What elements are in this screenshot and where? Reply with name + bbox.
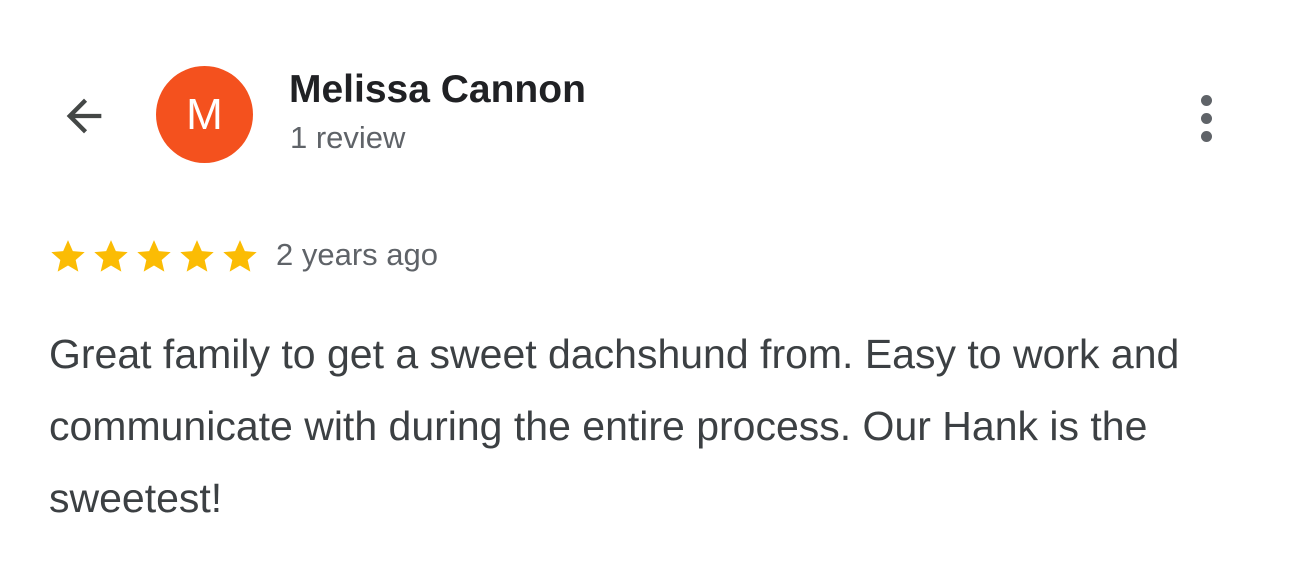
star-rating	[48, 236, 260, 276]
review-date: 2 years ago	[276, 237, 438, 272]
star-icon	[91, 236, 131, 276]
more-vertical-icon	[1200, 94, 1212, 142]
star-icon	[220, 236, 260, 276]
star-icon	[48, 236, 88, 276]
arrow-left-icon	[58, 90, 110, 147]
reviewer-name[interactable]: Melissa Cannon	[289, 68, 586, 112]
back-button[interactable]	[52, 86, 116, 150]
review-text: Great family to get a sweet dachshund fr…	[49, 331, 1180, 521]
avatar[interactable]: M	[156, 66, 253, 163]
star-icon	[134, 236, 174, 276]
review-count: 1 review	[290, 120, 406, 155]
more-options-button[interactable]	[1182, 86, 1230, 150]
stars	[48, 236, 260, 276]
star-icon	[177, 236, 217, 276]
